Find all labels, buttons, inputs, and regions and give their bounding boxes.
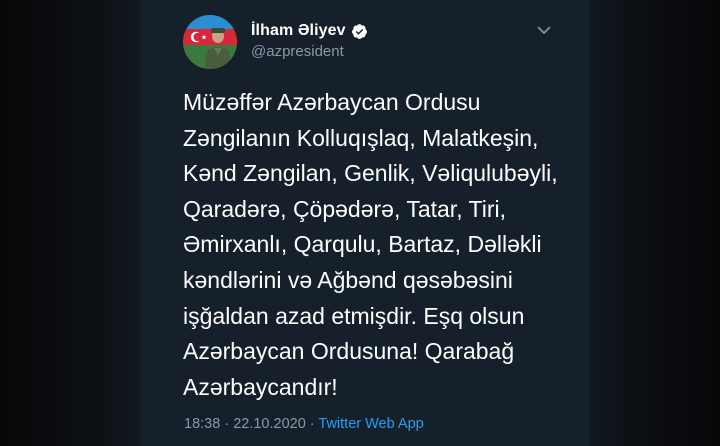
profile-photo-with-flag-icon [183,15,237,69]
tweet-date[interactable]: 22.10.2020 [233,416,306,432]
tweet-meta: 18:38 · 22.10.2020 · Twitter Web App [184,416,424,432]
author-name[interactable]: İlham Əliyev [251,22,346,40]
tweet-line: Zəngilanın Kolluqışlaq, Malatkeşin, [183,124,539,151]
tweet-card: İlham Əliyev @azpresident Müzəffər Azərb… [148,0,578,446]
meta-separator: · [305,416,319,432]
tweet-line: Kənd Zəngilan, Genlik, Vəliqulubəyli, [183,160,558,187]
right-dark-margin [590,0,720,446]
left-dark-margin [0,0,140,446]
tweet-line: Azərbaycandır! [183,373,338,400]
tweet-line: kəndlərini və Ağbənd qəsəbəsini [183,266,513,293]
tweet-line: Azərbaycan Ordusuna! Qarabağ [183,338,515,365]
chevron-down-icon[interactable] [536,22,552,38]
tweet-time[interactable]: 18:38 [184,416,220,432]
tweet-line: Əmirxanlı, Qarqulu, Bartaz, Dəlləkli [183,231,542,258]
tweet-line: işğaldan azad etmişdir. Eşq olsun [183,302,525,329]
tweet-line: Müzəffər Azərbaycan Ordusu [183,89,481,115]
author-handle[interactable]: @azpresident [251,43,368,60]
name-row: İlham Əliyev [251,20,368,42]
tweet-line: Qaradərə, Çöpədərə, Tatar, Tiri, [183,195,507,222]
author-info[interactable]: İlham Əliyev @azpresident [251,20,368,60]
tweet-text: Müzəffər Azərbaycan Ordusu Zəngilanın Ko… [183,85,578,405]
meta-separator: · [220,416,234,432]
avatar[interactable] [183,15,237,69]
verified-badge-icon [351,23,367,39]
tweet-source-link[interactable]: Twitter Web App [318,416,423,432]
